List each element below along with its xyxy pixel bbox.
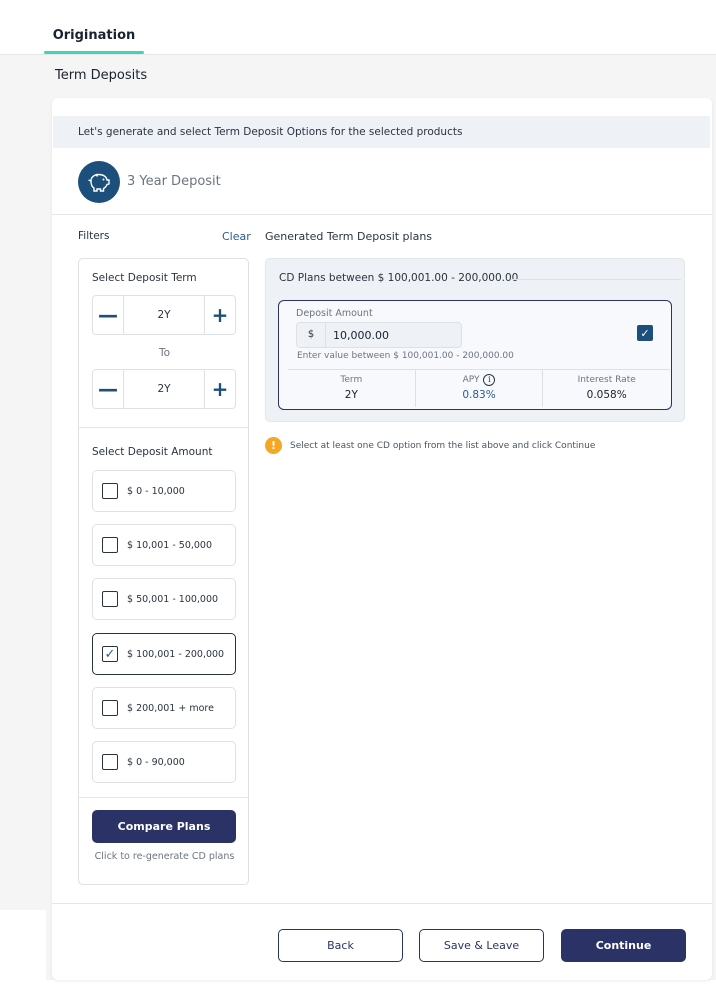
amount-option-label: $ 0 - 10,000 <box>127 485 185 497</box>
divider <box>52 214 712 215</box>
page-title: Term Deposits <box>55 68 148 83</box>
warning-icon: ! <box>265 437 282 454</box>
plan-stats: Term 2Y APY i 0.83% Interest Rate 0.058% <box>288 369 670 407</box>
plan-apy-label: APY <box>462 375 480 385</box>
checkbox[interactable] <box>102 537 118 553</box>
term-to-value[interactable]: 2Y <box>123 370 205 408</box>
plan-interest-rate-label: Interest Rate <box>577 375 636 385</box>
checkbox[interactable] <box>102 700 118 716</box>
filter-panel: Select Deposit Term — 2Y + To — 2Y + Sel… <box>78 258 249 885</box>
plan-apy: APY i 0.83% <box>414 370 543 407</box>
cd-plan-card[interactable]: Deposit Amount $ 10,000.00 ✓ Enter value… <box>278 300 672 410</box>
term-from-stepper: — 2Y + <box>92 295 236 335</box>
term-deposit-card: Let's generate and select Term Deposit O… <box>52 98 712 980</box>
amount-option-200001-more[interactable]: $ 200,001 + more <box>92 687 236 729</box>
background-panel-bottom <box>46 980 716 998</box>
amount-option-10001-50000[interactable]: $ 10,001 - 50,000 <box>92 524 236 566</box>
term-to-increment-button[interactable]: + <box>205 370 235 408</box>
deposit-amount-label: Select Deposit Amount <box>92 446 213 458</box>
divider <box>511 279 681 280</box>
amount-option-100001-200000[interactable]: ✓ $ 100,001 - 200,000 <box>92 633 236 675</box>
tab-origination-label: Origination <box>52 28 136 43</box>
clear-filters-link[interactable]: Clear <box>222 230 251 243</box>
compare-plans-hint: Click to re-generate CD plans <box>94 851 235 862</box>
amount-option-label: $ 0 - 90,000 <box>127 756 185 768</box>
save-and-leave-button[interactable]: Save & Leave <box>419 929 544 962</box>
deposit-amount-field-label: Deposit Amount <box>296 308 373 319</box>
plan-interest-rate: Interest Rate 0.058% <box>542 370 670 407</box>
check-icon: ✓ <box>640 326 650 340</box>
term-from-value[interactable]: 2Y <box>123 296 205 334</box>
amount-option-label: $ 200,001 + more <box>127 702 214 714</box>
tab-origination[interactable]: Origination <box>44 22 144 54</box>
term-to-decrement-button[interactable]: — <box>93 370 123 408</box>
cd-plans-group: CD Plans between $ 100,001.00 - 200,000.… <box>265 258 685 422</box>
plan-interest-rate-value: 0.058% <box>586 389 627 401</box>
currency-prefix: $ <box>297 323 326 347</box>
info-icon[interactable]: i <box>483 374 496 386</box>
active-tab-indicator <box>44 51 144 54</box>
amount-option-0-90000[interactable]: $ 0 - 90,000 <box>92 741 236 783</box>
divider <box>79 797 248 798</box>
piggy-bank-icon <box>78 161 120 203</box>
checkbox[interactable] <box>102 591 118 607</box>
amount-option-label: $ 100,001 - 200,000 <box>127 648 225 660</box>
compare-plans-button[interactable]: Compare Plans <box>92 810 236 843</box>
term-from-increment-button[interactable]: + <box>205 296 235 334</box>
plan-term-label: Term <box>340 375 363 385</box>
plan-term-value: 2Y <box>344 389 358 401</box>
selection-warning: ! Select at least one CD option from the… <box>265 437 595 454</box>
divider <box>52 903 712 904</box>
instruction-banner: Let's generate and select Term Deposit O… <box>53 116 710 148</box>
deposit-term-label: Select Deposit Term <box>92 272 197 284</box>
plan-select-checkbox[interactable]: ✓ <box>637 325 653 341</box>
checkbox[interactable] <box>102 754 118 770</box>
checkbox[interactable] <box>102 483 118 499</box>
checkbox-checked[interactable]: ✓ <box>102 646 118 662</box>
top-nav-bar: Origination <box>0 0 716 55</box>
filters-heading: Filters <box>78 230 110 242</box>
amount-option-0-10000[interactable]: $ 0 - 10,000 <box>92 470 236 512</box>
amount-option-50001-100000[interactable]: $ 50,001 - 100,000 <box>92 578 236 620</box>
background-panel <box>0 910 46 998</box>
deposit-amount-hint: Enter value between $ 100,001.00 - 200,0… <box>297 351 514 361</box>
term-from-decrement-button[interactable]: — <box>93 296 123 334</box>
divider <box>79 427 248 428</box>
amount-option-label: $ 50,001 - 100,000 <box>127 593 219 605</box>
generated-plans-heading: Generated Term Deposit plans <box>265 230 433 243</box>
back-button[interactable]: Back <box>278 929 403 962</box>
cd-plans-group-title: CD Plans between $ 100,001.00 - 200,000.… <box>279 272 519 284</box>
amount-option-label: $ 10,001 - 50,000 <box>127 539 213 551</box>
warning-text: Select at least one CD option from the l… <box>290 440 596 451</box>
term-to-label: To <box>158 347 171 359</box>
product-name: 3 Year Deposit <box>127 174 221 189</box>
check-icon: ✓ <box>104 646 116 662</box>
plan-apy-value: 0.83% <box>462 389 496 401</box>
deposit-amount-input[interactable]: $ 10,000.00 <box>296 322 462 348</box>
plan-term: Term 2Y <box>288 370 415 407</box>
term-to-stepper: — 2Y + <box>92 369 236 409</box>
continue-button[interactable]: Continue <box>561 929 686 962</box>
deposit-amount-value[interactable]: 10,000.00 <box>326 329 389 342</box>
